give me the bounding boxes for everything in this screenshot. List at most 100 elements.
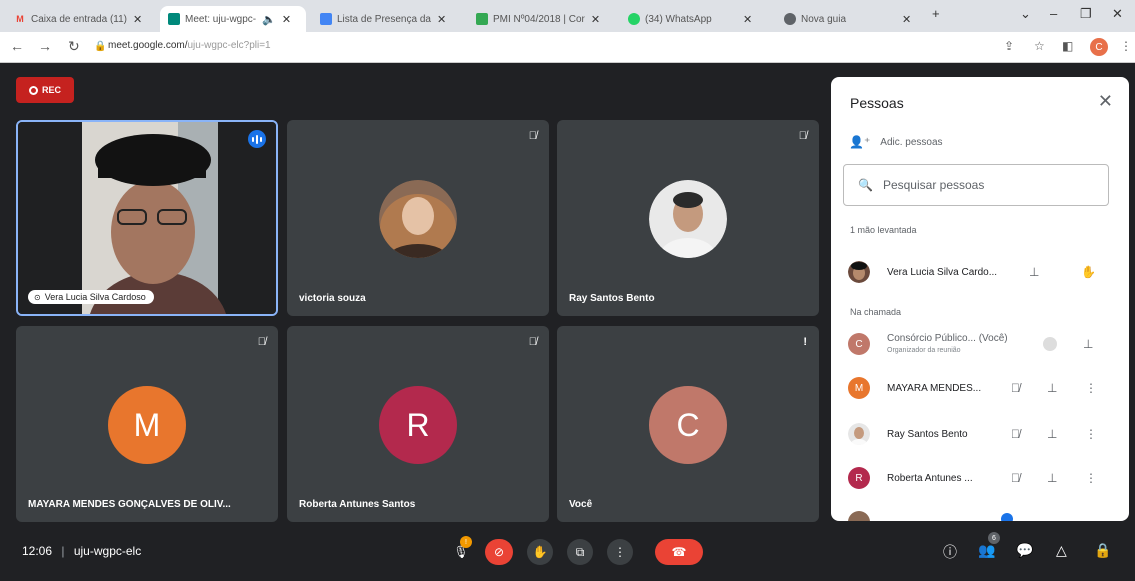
tab-title: Meet: uju-wgpc- [185, 13, 257, 25]
video-tile-roberta[interactable]: R 🎙̸ Roberta Antunes Santos [287, 326, 549, 522]
more-options-icon[interactable]: ⋮ [1085, 381, 1097, 395]
avatar-initial: C [649, 386, 727, 464]
vera-video [18, 122, 276, 314]
menu-icon[interactable]: ⋮ [1120, 39, 1132, 53]
gmail-icon: M [16, 14, 24, 24]
star-icon[interactable]: ☆ [1034, 39, 1045, 53]
back-icon[interactable]: ← [10, 38, 24, 54]
meet-icon [168, 13, 180, 25]
pin-icon[interactable]: ⊥ [1029, 265, 1039, 279]
chevron-down-icon[interactable]: ⌄ [1020, 6, 1031, 22]
participant-row[interactable]: R Roberta Antunes ... 🎙̸ ⊥ ⋮ [831, 461, 1129, 497]
host-controls-icon[interactable]: 🔒 [1094, 542, 1111, 559]
pin-icon[interactable]: ⊥ [1083, 337, 1093, 351]
close-tab-icon[interactable]: ✕ [437, 13, 446, 26]
tab-nova-guia[interactable]: Nova guia ✕ [784, 6, 924, 32]
raise-hand-button[interactable]: ✋ [527, 539, 553, 565]
info-icon[interactable]: ⓘ [943, 542, 957, 562]
participant-name: Ray Santos Bento [887, 429, 968, 440]
video-tile-ray[interactable]: 🎙̸ Ray Santos Bento [557, 120, 819, 316]
new-tab-icon[interactable]: + [932, 6, 940, 21]
present-screen-button[interactable]: ⧉ [567, 539, 593, 565]
tab-title: Lista de Presença da [337, 13, 431, 25]
leave-call-button[interactable]: ☎ [655, 539, 703, 565]
tab-pmi[interactable]: PMI Nº04/2018 | Cor ✕ [476, 6, 616, 32]
mic-off-icon[interactable]: 🎙̸ [1011, 471, 1020, 485]
whatsapp-icon [628, 13, 640, 25]
more-options-button[interactable]: ⋮ [607, 539, 633, 565]
panel-title: Pessoas [850, 95, 904, 111]
clock-time: 12:06 [22, 544, 53, 558]
tile-name: Você [569, 499, 593, 510]
pin-icon[interactable]: ⊥ [1047, 471, 1057, 485]
raised-hands-section: 1 mão levantada [850, 225, 917, 235]
sidepanel-icon[interactable]: ◧ [1062, 39, 1073, 53]
video-tile-vera[interactable]: ⊙ Vera Lucia Silva Cardoso [16, 120, 278, 316]
close-tab-icon[interactable]: ✕ [743, 13, 752, 26]
alert-icon[interactable]: ! [803, 336, 807, 348]
close-window-icon[interactable]: ✕ [1112, 6, 1123, 22]
tab-meet[interactable]: Meet: uju-wgpc- 🔈 ✕ [160, 6, 306, 32]
profile-avatar[interactable]: C [1090, 38, 1108, 56]
raised-hand-row[interactable]: Vera Lucia Silva Cardo... ⊥ ✋ [831, 255, 1129, 291]
video-tile-mayara[interactable]: M 🎙̸ MAYARA MENDES GONÇALVES DE OLIV... [16, 326, 278, 522]
url-field[interactable]: meet.google.com/uju-wgpc-elc?pli=1 [108, 40, 271, 51]
camera-off-button[interactable]: ⊘ [485, 539, 513, 565]
recording-badge: REC [16, 77, 74, 103]
pin-icon[interactable]: ⊥ [1047, 381, 1057, 395]
participant-name: Vera Lucia Silva Cardo... [887, 267, 998, 278]
avatar-photo-ray [848, 423, 870, 445]
browser-tab-bar: M Caixa de entrada (11) ✕ Meet: uju-wgpc… [0, 0, 1135, 32]
forward-icon[interactable]: → [38, 38, 52, 54]
close-tab-icon[interactable]: ✕ [902, 13, 911, 26]
activities-icon[interactable]: △ [1056, 542, 1067, 559]
people-panel: Pessoas ✕ 👤⁺ Adic. pessoas 🔍 Pesquisar p… [831, 77, 1129, 521]
mic-off-icon: 🎙̸ [798, 130, 807, 142]
search-placeholder: Pesquisar pessoas [882, 178, 985, 192]
add-person-icon: 👤⁺ [849, 135, 871, 149]
restore-icon[interactable]: ❐ [1080, 6, 1092, 22]
more-options-icon[interactable]: ⋮ [1085, 427, 1097, 441]
add-people-label: Adic. pessoas [880, 136, 943, 148]
video-tile-self[interactable]: C ! Você [557, 326, 819, 522]
tab-lista[interactable]: Lista de Presença da ✕ [320, 6, 468, 32]
share-icon[interactable]: ⇪ [1004, 39, 1014, 53]
separator: | [61, 544, 65, 558]
raised-hand-icon[interactable]: ✋ [1081, 265, 1096, 279]
close-icon[interactable]: ✕ [1098, 91, 1113, 112]
participant-row[interactable]: Ray Santos Bento 🎙̸ ⊥ ⋮ [831, 417, 1129, 453]
tile-name: Vera Lucia Silva Cardoso [44, 292, 146, 302]
mic-off-icon[interactable]: 🎙̸ [1011, 427, 1020, 441]
more-options-icon[interactable]: ⋮ [1085, 471, 1097, 485]
mic-level-icon [1043, 337, 1057, 351]
url-path: uju-wgpc-elc?pli=1 [187, 40, 271, 51]
close-tab-icon[interactable]: ✕ [591, 13, 600, 26]
tab-whatsapp[interactable]: (34) WhatsApp ✕ [628, 6, 768, 32]
close-tab-icon[interactable]: ✕ [133, 13, 142, 26]
tab-title: Nova guia [801, 13, 847, 25]
participant-row[interactable]: M MAYARA MENDES... 🎙̸ ⊥ ⋮ [831, 371, 1129, 407]
participant-row[interactable]: C Consórcio Público... (Você) Organizado… [831, 327, 1129, 363]
reload-icon[interactable]: ↻ [68, 38, 80, 55]
tab-title: Caixa de entrada (11) [31, 13, 127, 25]
add-people-button[interactable]: 👤⁺ Adic. pessoas [849, 135, 943, 149]
minimize-icon[interactable]: – [1050, 6, 1057, 21]
tile-name: Roberta Antunes Santos [299, 499, 416, 510]
mic-off-icon[interactable]: 🎙̸ [1011, 381, 1020, 395]
site-icon [476, 13, 488, 25]
search-people-input[interactable]: 🔍 Pesquisar pessoas [843, 164, 1109, 206]
close-tab-icon[interactable]: ✕ [282, 13, 291, 26]
chat-icon[interactable]: 💬 [1016, 542, 1033, 559]
participant-row-partial[interactable] [831, 505, 1129, 521]
pin-icon[interactable]: ⊥ [1047, 427, 1057, 441]
docs-icon [320, 13, 332, 25]
organizer-label: Organizador da reunião [887, 347, 961, 354]
video-tile-victoria[interactable]: 🎙̸ victoria souza [287, 120, 549, 316]
rec-label: REC [41, 85, 61, 95]
participant-name: Roberta Antunes ... [887, 473, 973, 484]
tab-gmail[interactable]: M Caixa de entrada (11) ✕ [14, 6, 152, 32]
people-icon[interactable]: 👥 [978, 542, 995, 559]
pin-icon: ⊙ [34, 292, 41, 302]
pinned-name-pill: ⊙ Vera Lucia Silva Cardoso [28, 290, 154, 304]
avatar-photo-vera [848, 261, 870, 283]
